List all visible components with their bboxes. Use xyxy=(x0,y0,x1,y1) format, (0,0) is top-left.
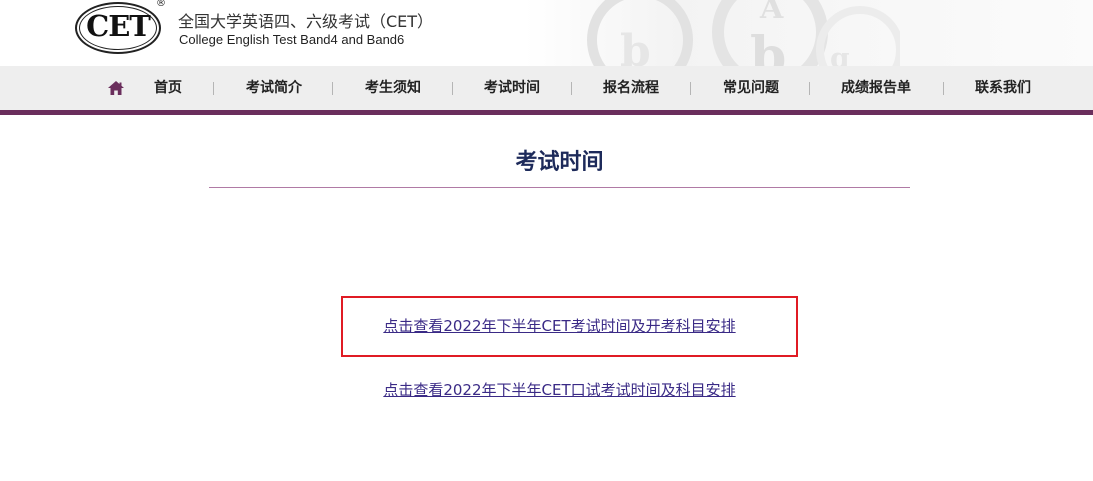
nav-item-exam-schedule[interactable]: 考试时间 xyxy=(472,66,552,110)
nav-item-candidate-notice[interactable]: 考生须知 xyxy=(353,66,433,110)
nav-item-exam-intro[interactable]: 考试简介 xyxy=(234,66,314,110)
title-divider xyxy=(209,187,910,188)
nav-separator xyxy=(452,82,453,95)
nav-separator xyxy=(571,82,572,95)
svg-text:g: g xyxy=(830,42,850,66)
site-title-chinese: 全国大学英语四、六级考试（CET） xyxy=(178,12,434,31)
nav-item-registration-process[interactable]: 报名流程 xyxy=(591,66,671,110)
nav-item-home[interactable]: 首页 xyxy=(140,66,196,110)
home-icon[interactable] xyxy=(107,80,125,96)
svg-text:b: b xyxy=(620,26,651,66)
navigation-accent-bar xyxy=(0,110,1093,115)
nav-separator xyxy=(809,82,810,95)
svg-text:b: b xyxy=(750,26,786,66)
site-title-english: College English Test Band4 and Band6 xyxy=(179,32,405,47)
nav-separator xyxy=(943,82,944,95)
logo-text: CET xyxy=(86,9,151,43)
nav-item-score-report[interactable]: 成绩报告单 xyxy=(829,66,923,110)
svg-text:A: A xyxy=(759,0,784,26)
nav-separator xyxy=(332,82,333,95)
nav-item-contact-us[interactable]: 联系我们 xyxy=(963,66,1043,110)
page-title: 考试时间 xyxy=(515,150,604,175)
nav-separator xyxy=(213,82,214,95)
site-header: b b A g CET ® 全国大学英语四、六级考试（CET） College … xyxy=(0,0,1093,66)
header-decoration: b b A g xyxy=(587,0,900,66)
link-cet-oral-schedule[interactable]: 点击查看2022年下半年CET口试考试时间及科目安排 xyxy=(209,379,910,400)
registered-mark: ® xyxy=(156,0,166,9)
nav-separator xyxy=(690,82,691,95)
link-cet-schedule[interactable]: 点击查看2022年下半年CET考试时间及开考科目安排 xyxy=(209,315,910,336)
nav-item-faq[interactable]: 常见问题 xyxy=(711,66,791,110)
cet-logo[interactable]: CET ® xyxy=(74,0,168,56)
